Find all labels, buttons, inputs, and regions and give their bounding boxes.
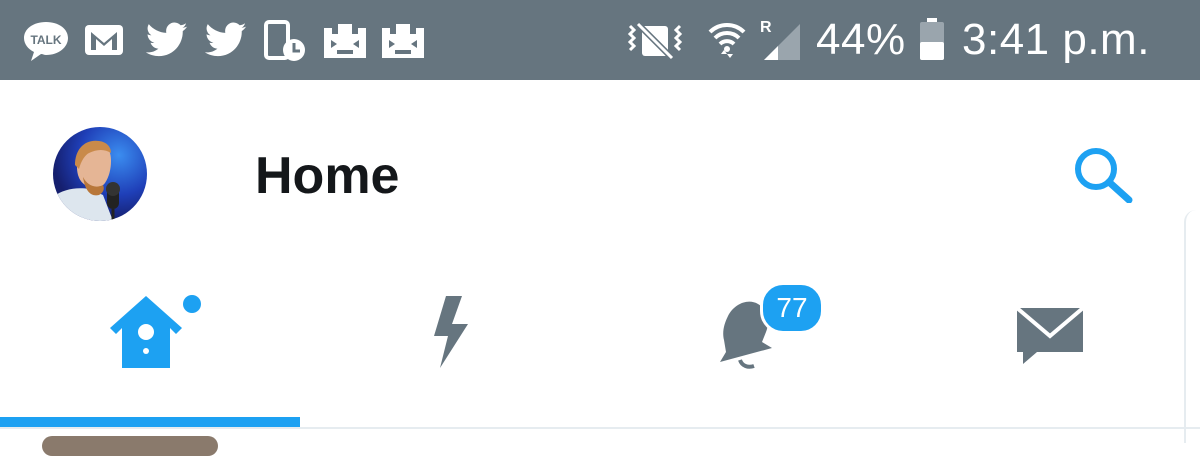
tab-messages[interactable] — [900, 282, 1200, 382]
tab-moments[interactable] — [300, 282, 600, 382]
avatar-image — [53, 127, 147, 221]
page-title: Home — [255, 147, 400, 205]
scroll-edge — [1184, 210, 1200, 443]
castle-game-icon — [324, 24, 366, 58]
active-tab-indicator — [0, 417, 300, 427]
notifications-badge: 77 — [760, 282, 824, 334]
tab-divider — [0, 427, 1200, 429]
svg-text:TALK: TALK — [30, 33, 61, 47]
talk-icon: TALK — [24, 22, 68, 61]
svg-text:R: R — [760, 19, 772, 36]
tweet-avatar[interactable] — [42, 436, 218, 456]
twitter-icon — [205, 22, 247, 57]
battery-percentage: 44% — [816, 15, 906, 64]
gmail-icon — [85, 25, 123, 55]
wifi-icon — [708, 22, 746, 58]
profile-avatar[interactable] — [53, 127, 147, 221]
castle-game-icon — [382, 24, 424, 58]
signal-roaming-icon: R — [760, 19, 800, 60]
phone-clock-icon — [264, 20, 305, 61]
twitter-icon — [146, 22, 188, 57]
lightning-icon — [434, 296, 468, 368]
search-icon — [1075, 148, 1133, 204]
envelope-icon — [1015, 306, 1085, 364]
battery-icon — [920, 18, 944, 60]
clock: 3:41 p.m. — [962, 15, 1150, 64]
tab-home[interactable] — [0, 282, 300, 382]
status-bar: TALK R 44% 3:41 p.m. — [0, 0, 1200, 80]
birdhouse-icon — [110, 295, 201, 368]
tab-notifications[interactable] — [600, 282, 900, 382]
search-button[interactable] — [1070, 143, 1138, 204]
vibrate-mute-icon — [627, 21, 683, 61]
